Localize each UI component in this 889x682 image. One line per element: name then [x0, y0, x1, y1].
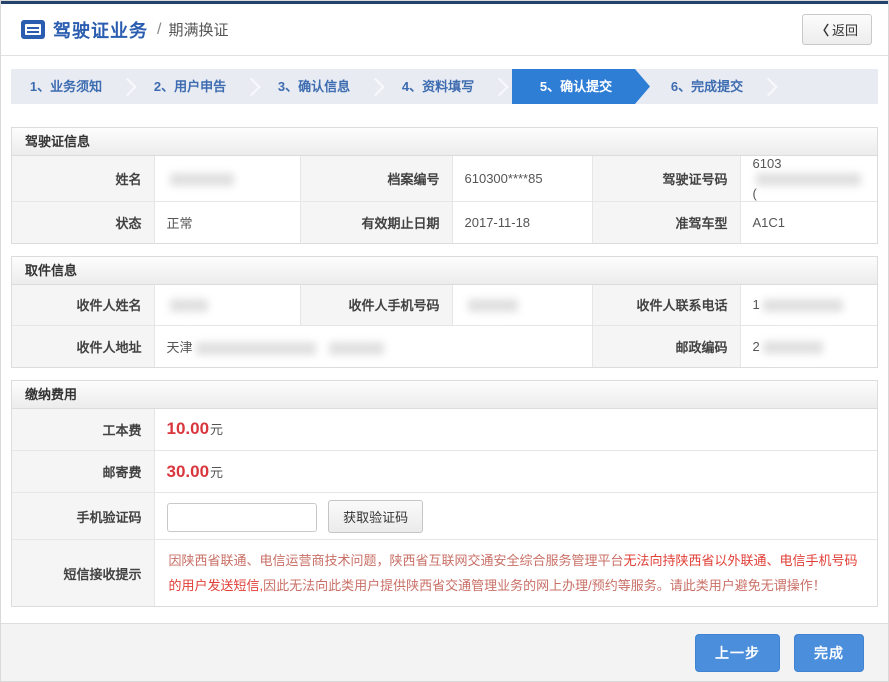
value-file-number: 610300****85 — [452, 156, 592, 202]
value-sms-code: 获取验证码 — [154, 493, 877, 540]
step-3-confirm-info[interactable]: 3、确认信息 — [259, 69, 369, 104]
license-number-prefix: 6103 — [753, 156, 782, 171]
value-recipient-phone: 1 — [740, 285, 877, 326]
table-row: 姓名 档案编号 610300****85 驾驶证号码 6103 ( — [12, 156, 877, 202]
mail-fee-amount: 30.00 — [167, 462, 210, 481]
license-business-icon — [21, 20, 45, 39]
label-vehicle-class: 准驾车型 — [592, 202, 740, 243]
value-recipient-address: 天津 — [154, 326, 592, 367]
redacted-recipient-address — [196, 342, 316, 355]
redacted-license-number — [756, 173, 861, 186]
value-license-number: 6103 ( — [740, 156, 877, 202]
label-name: 姓名 — [12, 156, 154, 202]
step-separator-icon — [493, 69, 507, 104]
redacted-recipient-name — [170, 299, 208, 312]
recipient-address-prefix: 天津 — [167, 340, 193, 355]
table-row: 短信接收提示 因陕西省联通、电信运营商技术问题，陕西省互联网交通安全综合服务管理… — [12, 540, 877, 607]
step-separator-icon — [245, 69, 259, 104]
value-vehicle-class: A1C1 — [740, 202, 877, 243]
back-button-label: 返回 — [832, 23, 858, 38]
pickup-info-table: 收件人姓名 收件人手机号码 收件人联系电话 1 收件人地址 天津 邮政编码 2 — [12, 285, 877, 367]
fees-table: 工本费 10.00元 邮寄费 30.00元 手机验证码 获取验证码 短信接收提示… — [12, 409, 877, 607]
breadcrumb-separator: / — [157, 21, 161, 39]
work-fee-unit: 元 — [210, 422, 223, 437]
redacted-recipient-address-2 — [329, 342, 384, 355]
redacted-postal-code — [763, 341, 823, 354]
sms-code-input[interactable] — [167, 503, 317, 532]
value-recipient-name — [154, 285, 300, 326]
label-sms-notice: 短信接收提示 — [12, 540, 154, 607]
label-file-number: 档案编号 — [300, 156, 452, 202]
step-1-business-notice[interactable]: 1、业务须知 — [11, 69, 121, 104]
label-status: 状态 — [12, 202, 154, 243]
header: 驾驶证业务 / 期满换证 〈返回 — [1, 4, 888, 56]
label-recipient-address: 收件人地址 — [12, 326, 154, 367]
label-recipient-name: 收件人姓名 — [12, 285, 154, 326]
sms-notice-text: 因陕西省联通、电信运营商技术问题，陕西省互联网交通安全综合服务管理平台 — [169, 553, 624, 568]
redacted-recipient-phone — [763, 299, 843, 312]
section-title-fees: 缴纳费用 — [12, 381, 877, 409]
label-work-fee: 工本费 — [12, 409, 154, 451]
step-separator-icon — [762, 69, 776, 104]
value-name — [154, 156, 300, 202]
page-root: { "header": { "title": "驾驶证业务", "separat… — [0, 0, 889, 682]
label-sms-code: 手机验证码 — [12, 493, 154, 540]
step-separator-icon — [121, 69, 135, 104]
get-sms-code-button[interactable]: 获取验证码 — [328, 500, 423, 533]
section-fees: 缴纳费用 工本费 10.00元 邮寄费 30.00元 手机验证码 获取验证码 短… — [11, 380, 878, 608]
recipient-phone-prefix: 1 — [753, 297, 760, 312]
table-row: 手机验证码 获取验证码 — [12, 493, 877, 540]
step-separator-icon — [369, 69, 383, 104]
step-4-fill-data[interactable]: 4、资料填写 — [383, 69, 493, 104]
value-recipient-mobile — [452, 285, 592, 326]
value-mail-fee: 30.00元 — [154, 451, 877, 493]
step-progress-bar: 1、业务须知 2、用户申告 3、确认信息 4、资料填写 5、确认提交 6、完成提… — [11, 69, 878, 104]
breadcrumb: 驾驶证业务 / 期满换证 — [21, 17, 228, 43]
footer-action-bar: 上一步 完成 — [1, 623, 888, 681]
finish-button[interactable]: 完成 — [794, 634, 864, 672]
label-postal-code: 邮政编码 — [592, 326, 740, 367]
value-work-fee: 10.00元 — [154, 409, 877, 451]
step-6-finish-submit[interactable]: 6、完成提交 — [652, 69, 762, 104]
license-number-suffix: ( — [753, 186, 757, 201]
section-title-license: 驾驶证信息 — [12, 128, 877, 156]
value-postal-code: 2 — [740, 326, 877, 367]
back-button[interactable]: 〈返回 — [802, 14, 872, 45]
section-title-pickup: 取件信息 — [12, 257, 877, 285]
table-row: 收件人姓名 收件人手机号码 收件人联系电话 1 — [12, 285, 877, 326]
chevron-left-icon: 〈 — [816, 23, 829, 38]
value-expiry-date: 2017-11-18 — [452, 202, 592, 243]
step-5-confirm-submit-active[interactable]: 5、确认提交 — [512, 69, 650, 104]
previous-step-button[interactable]: 上一步 — [695, 634, 780, 672]
postal-code-prefix: 2 — [753, 339, 760, 354]
label-mail-fee: 邮寄费 — [12, 451, 154, 493]
label-expiry-date: 有效期止日期 — [300, 202, 452, 243]
license-info-table: 姓名 档案编号 610300****85 驾驶证号码 6103 ( 状态 正常 有… — [12, 156, 877, 243]
table-row: 邮寄费 30.00元 — [12, 451, 877, 493]
redacted-name — [170, 173, 234, 186]
label-recipient-mobile: 收件人手机号码 — [300, 285, 452, 326]
page-title: 驾驶证业务 — [53, 17, 148, 43]
value-status: 正常 — [154, 202, 300, 243]
label-license-number: 驾驶证号码 — [592, 156, 740, 202]
table-row: 状态 正常 有效期止日期 2017-11-18 准驾车型 A1C1 — [12, 202, 877, 243]
label-recipient-phone: 收件人联系电话 — [592, 285, 740, 326]
table-row: 工本费 10.00元 — [12, 409, 877, 451]
mail-fee-unit: 元 — [210, 465, 223, 480]
sms-notice-text-2: 因此无法向此类用户提供陕西省交通管理业务的网上办理/预约等服务。请此类用户避免无… — [263, 578, 826, 593]
breadcrumb-current: 期满换证 — [168, 19, 228, 40]
table-row: 收件人地址 天津 邮政编码 2 — [12, 326, 877, 367]
step-2-user-declaration[interactable]: 2、用户申告 — [135, 69, 245, 104]
section-license-info: 驾驶证信息 姓名 档案编号 610300****85 驾驶证号码 6103 ( 状… — [11, 127, 878, 244]
work-fee-amount: 10.00 — [167, 419, 210, 438]
section-pickup-info: 取件信息 收件人姓名 收件人手机号码 收件人联系电话 1 收件人地址 天津 邮政… — [11, 256, 878, 368]
value-sms-notice: 因陕西省联通、电信运营商技术问题，陕西省互联网交通安全综合服务管理平台无法向持陕… — [154, 540, 877, 607]
step-bar-filler — [776, 69, 878, 104]
redacted-recipient-mobile — [468, 299, 518, 312]
